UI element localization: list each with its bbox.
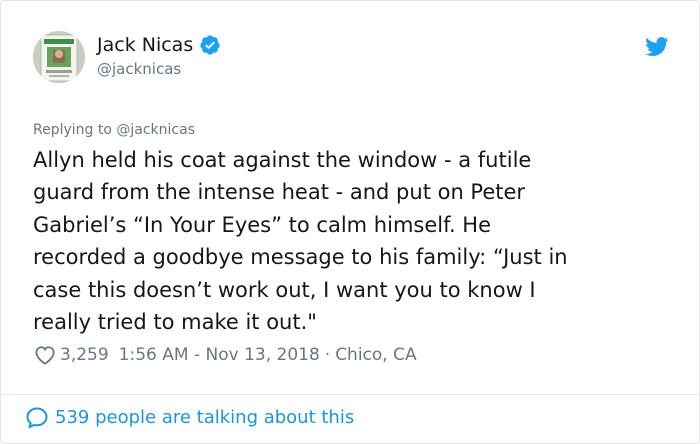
verified-badge-icon bbox=[200, 35, 220, 55]
tweet-meta: 3,259 1:56 AM - Nov 13, 2018 · Chico, CA bbox=[34, 344, 417, 366]
speech-bubble-icon bbox=[26, 407, 48, 429]
replying-to-label[interactable]: Replying to @jacknicas bbox=[33, 122, 195, 139]
heart-icon[interactable] bbox=[34, 345, 56, 365]
tweet-timestamp[interactable]: 1:56 AM - Nov 13, 2018 bbox=[119, 344, 320, 366]
avatar-image bbox=[33, 31, 85, 83]
author-handle[interactable]: @jacknicas bbox=[97, 60, 181, 78]
author-name-text[interactable]: Jack Nicas bbox=[97, 33, 193, 57]
tweet-location[interactable]: Chico, CA bbox=[335, 344, 416, 366]
conversation-link[interactable]: 539 people are talking about this bbox=[25, 406, 354, 430]
card-divider bbox=[1, 394, 699, 395]
meta-separator: · bbox=[324, 345, 331, 365]
author-avatar[interactable] bbox=[33, 31, 85, 83]
conversation-count-text[interactable]: 539 people are talking about this bbox=[55, 406, 354, 430]
embedded-tweet-card: Jack Nicas @jacknicas Replying to @jackn… bbox=[0, 0, 700, 444]
twitter-bird-icon[interactable] bbox=[645, 37, 669, 57]
tweet-text: Allyn held his coat against the window -… bbox=[33, 148, 568, 335]
like-count[interactable]: 3,259 bbox=[60, 344, 109, 366]
author-name[interactable]: Jack Nicas bbox=[97, 33, 221, 57]
